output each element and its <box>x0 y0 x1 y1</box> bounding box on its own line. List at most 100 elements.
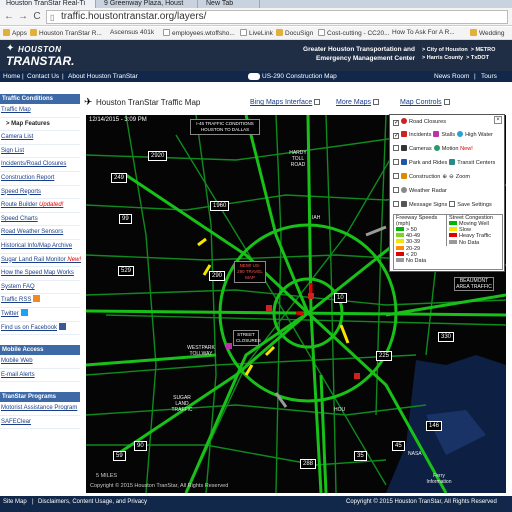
back-icon[interactable]: ← <box>3 11 15 23</box>
page-icon <box>240 29 247 36</box>
nav-contact[interactable]: Contact Us <box>27 73 59 80</box>
highway-sign-529: 529 <box>118 266 135 276</box>
sidebar-link[interactable]: Camera List <box>0 131 80 145</box>
label-westpark-tollway: WESTPARK TOLLWAY <box>187 345 215 357</box>
footer-site-map[interactable]: Site Map <box>3 499 27 505</box>
sidebar-link[interactable]: SAFEClear <box>0 416 80 430</box>
nav-about[interactable]: About Houston TranStar <box>68 73 138 80</box>
nav-tours[interactable]: Tours <box>481 73 497 80</box>
sidebar-link-map-features[interactable]: > Map Features <box>0 118 80 132</box>
checkbox-incidents[interactable]: ✓ <box>393 133 399 139</box>
message-sign-icon <box>401 201 407 207</box>
sidebar-link-route-builder[interactable]: Route Builder Updated! <box>0 199 80 213</box>
sidebar-heading: Traffic Conditions <box>0 94 80 104</box>
footer-disclaimers[interactable]: Disclaimers, Content Usage, and Privacy <box>38 499 147 505</box>
layer-row-construction: Construction ⊕ ⊖ Zoom <box>393 173 470 180</box>
us290-map-callout[interactable]: NEW! US-290 TRAVEL MAP <box>234 261 266 283</box>
top-nav: Home | Contact Us | About Houston TranSt… <box>0 71 512 82</box>
checkbox-road-closures[interactable]: ✓ <box>393 120 399 126</box>
docusign-icon <box>276 29 283 36</box>
org-name: Greater Houston Transportation and Emerg… <box>303 46 415 62</box>
sidebar-link[interactable]: Mobile Web <box>0 355 80 369</box>
sidebar-link-facebook[interactable]: Find us on Facebook <box>0 322 80 336</box>
page-info-icon[interactable]: ▯ <box>50 12 54 24</box>
bookmark[interactable]: Ascensus 401k <box>110 29 154 36</box>
sidebar-link[interactable]: System FAQ <box>0 281 80 295</box>
sidebar-link[interactable]: Sign List <box>0 145 80 159</box>
highway-sign-1960: 1960 <box>210 201 230 211</box>
forward-icon[interactable]: → <box>17 11 29 23</box>
construction-icon <box>401 173 407 179</box>
highway-sign-2920: 2920 <box>148 151 168 161</box>
browser-tab[interactable]: 9 Greenway Plaza, Houst <box>98 0 198 8</box>
bookmark[interactable]: How To Ask For A R... <box>392 29 455 36</box>
i45-conditions-callout[interactable]: I-45 TRAFFIC CONDITIONS HOUSTON TO DALLA… <box>190 119 260 135</box>
sidebar-link[interactable]: Speed Reports <box>0 186 80 200</box>
sidebar-link[interactable]: E-mail Alerts <box>0 369 80 383</box>
sidebar-heading: TranStar Programs <box>0 392 80 403</box>
checkbox-save-settings[interactable] <box>449 201 456 207</box>
sidebar-link[interactable]: Traffic Map <box>0 104 80 118</box>
browser-tab[interactable]: Houston TranStar Real-Ti <box>0 0 96 8</box>
street-closures-callout[interactable]: STREET CLOSURES <box>233 330 261 346</box>
sidebar-link-rail-monitor[interactable]: Sugar Land Rail Monitor New! <box>0 254 81 268</box>
url-bar[interactable]: ▯ traffic.houstontranstar.org/layers/ <box>46 10 508 24</box>
bookmark[interactable]: LiveLink <box>240 29 273 37</box>
highway-sign-330: 330 <box>438 332 455 342</box>
checkbox-weather-radar[interactable] <box>393 187 399 193</box>
more-maps-link[interactable]: More Maps <box>336 99 380 106</box>
label-iah: IAH <box>312 215 321 221</box>
partner-link[interactable]: > METRO <box>471 47 496 53</box>
stall-icon <box>433 131 440 137</box>
browser-tab[interactable]: New Tab <box>200 0 260 8</box>
partner-link[interactable]: > TxDOT <box>466 55 489 61</box>
layer-row-weather-radar: Weather Radar <box>393 187 447 194</box>
transtar-icon <box>30 29 37 36</box>
bookmark[interactable]: Houston TranStar R... <box>30 29 102 37</box>
zoom-in-icon[interactable]: ⊕ <box>442 174 447 180</box>
bookmark[interactable]: Cost-cutting - CC20... <box>318 29 390 37</box>
us290-icon <box>248 73 260 80</box>
page-icon <box>163 29 170 36</box>
sidebar-link[interactable]: Road Weather Sensors <box>0 226 80 240</box>
sidebar-link[interactable]: Incidents/Road Closures <box>0 158 80 172</box>
nav-news-room[interactable]: News Room <box>434 73 469 80</box>
map-controls-link[interactable]: Map Controls <box>400 99 450 106</box>
reload-icon[interactable]: C <box>31 11 43 23</box>
checkbox-message-signs[interactable] <box>393 201 399 207</box>
bookmark[interactable]: Wedding <box>470 29 505 37</box>
nav-home[interactable]: Home <box>3 73 20 80</box>
transtar-logo[interactable]: ✦ HOUSTON TRANSTAR. <box>4 43 84 69</box>
sidebar-link[interactable]: Historical Info/Map Archive <box>0 240 80 254</box>
motion-icon <box>433 145 440 151</box>
close-icon[interactable]: × <box>494 116 502 124</box>
label-ferry-information[interactable]: Ferry Information <box>424 473 454 485</box>
nav-construction-map[interactable]: US-290 Construction Map <box>262 73 337 80</box>
zoom-out-icon[interactable]: ⊖ <box>449 174 454 180</box>
checkbox-park-and-rides[interactable] <box>393 159 399 165</box>
sidebar-link-rss[interactable]: Traffic RSS <box>0 294 80 308</box>
sidebar-link[interactable]: Motorist Assistance Program <box>0 402 80 416</box>
highway-sign-290: 290 <box>209 271 226 281</box>
sidebar-link-twitter[interactable]: Twitter <box>0 308 80 322</box>
camera-icon <box>401 145 407 151</box>
address-bar-row: ← → C ▯ traffic.houstontranstar.org/laye… <box>0 8 512 26</box>
plane-icon: ✈ <box>84 97 93 108</box>
sidebar-link[interactable]: Construction Report <box>0 172 80 186</box>
freeway-speeds-legend: Freeway Speeds (mph) > 50 40-49 30-39 20… <box>396 215 442 264</box>
sidebar-link[interactable]: Speed Charts <box>0 213 80 227</box>
bing-maps-link[interactable]: Bing Maps Interface <box>250 99 321 106</box>
highway-sign-225: 225 <box>376 351 393 361</box>
checkbox-construction[interactable] <box>393 173 399 179</box>
sidebar-link[interactable]: How the Speed Map Works <box>0 267 80 281</box>
bookmark[interactable]: employees.wtoffsho... <box>163 29 235 37</box>
bookmark[interactable]: DocuSign <box>276 29 313 37</box>
dropdown-icon <box>373 99 380 105</box>
map-title: Houston TranStar Traffic Map <box>96 98 201 107</box>
checkbox-cameras[interactable] <box>393 145 399 151</box>
partner-link[interactable]: > Harris County <box>422 55 463 61</box>
highway-sign-288: 288 <box>300 459 317 469</box>
partner-link[interactable]: > City of Houston <box>422 47 468 53</box>
label-beaumont-traffic[interactable]: BEAUMONT AREA TRAFFIC <box>454 277 494 291</box>
bookmark-apps[interactable]: Apps <box>3 29 27 37</box>
